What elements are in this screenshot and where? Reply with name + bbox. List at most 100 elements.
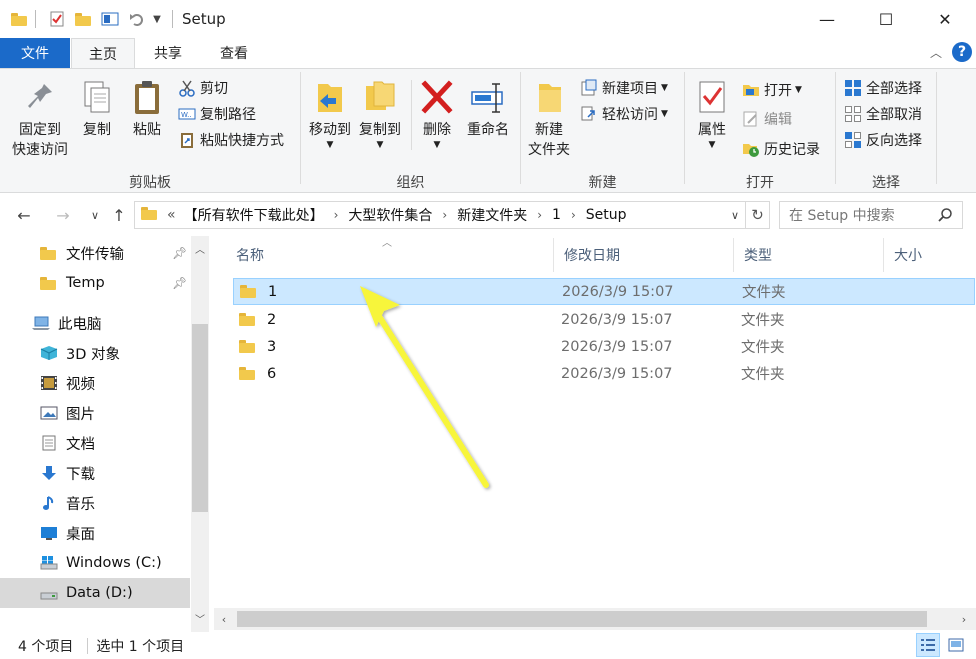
copy-button[interactable]: 复制 — [76, 78, 118, 140]
rename-button[interactable]: 重命名 — [463, 78, 513, 140]
search-input[interactable]: 在 Setup 中搜索 — [779, 201, 963, 229]
breadcrumb-overflow[interactable]: « — [167, 207, 176, 223]
sidebar-item-this-pc[interactable]: 此电脑 — [0, 308, 190, 338]
breadcrumb-item[interactable]: Setup — [586, 207, 627, 223]
new-folder-quick-icon[interactable] — [73, 9, 93, 29]
sidebar-item-file-transfer[interactable]: 文件传输 📌︎ — [0, 238, 190, 268]
sidebar-item-desktop[interactable]: 桌面 — [0, 518, 190, 548]
move-to-button[interactable]: 移动到 ▼ — [306, 78, 354, 150]
edit-button[interactable]: 编辑 — [742, 108, 792, 130]
selected-count: 选中 1 个项目 — [96, 638, 185, 655]
paste-button[interactable]: 粘贴 — [125, 78, 169, 140]
select-none-button[interactable]: 全部取消 — [844, 103, 922, 125]
sidebar-item-3d-objects[interactable]: 3D 对象 — [0, 338, 190, 368]
sidebar-item-drive-c[interactable]: Windows (C:) — [0, 548, 190, 578]
sidebar-item-documents[interactable]: 文档 — [0, 428, 190, 458]
minimize-button[interactable]: — — [798, 0, 856, 38]
organize-group-label: 组织 — [396, 175, 425, 191]
address-dropdown-chevron-icon[interactable]: ∨ — [731, 209, 739, 222]
sidebar-item-drive-d[interactable]: Data (D:) — [0, 578, 190, 608]
breadcrumb-item[interactable]: 1 — [552, 207, 561, 223]
title-bar: ▼ Setup — ☐ ✕ — [0, 0, 976, 38]
paste-shortcut-button[interactable]: 粘贴快捷方式 — [178, 129, 284, 151]
cube-icon — [40, 345, 58, 361]
scroll-down-chevron-icon[interactable]: ﹀ — [192, 610, 208, 626]
scroll-right-chevron-icon[interactable]: › — [956, 611, 972, 627]
scroll-up-chevron-icon[interactable]: ︿ — [192, 240, 208, 256]
new-item-icon — [580, 79, 598, 97]
properties-quick-icon[interactable] — [47, 9, 67, 29]
tab-file[interactable]: 文件 — [0, 38, 70, 68]
easy-access-icon — [580, 105, 598, 123]
divider — [35, 10, 36, 28]
forward-arrow-icon[interactable]: → — [52, 205, 74, 225]
invert-selection-button[interactable]: 反向选择 — [844, 129, 922, 151]
breadcrumb-chevron-icon[interactable]: › — [537, 208, 542, 222]
copy-path-button[interactable]: W.. 复制路径 — [178, 103, 256, 125]
column-header-size[interactable]: 大小 — [884, 238, 974, 272]
open-folder-icon — [742, 81, 760, 99]
column-header-name[interactable]: 名称 — [226, 238, 554, 272]
close-button[interactable]: ✕ — [916, 0, 974, 38]
sidebar-item-music[interactable]: 音乐 — [0, 488, 190, 518]
tab-home[interactable]: 主页 — [71, 38, 135, 69]
large-icons-view-icon[interactable] — [944, 633, 968, 657]
collapse-ribbon-chevron-icon[interactable]: ︿ — [928, 44, 944, 60]
sidebar-item-pictures[interactable]: 图片 — [0, 398, 190, 428]
breadcrumb-chevron-icon[interactable]: › — [442, 208, 447, 222]
delete-button[interactable]: 删除 ▼ — [416, 78, 458, 150]
folder-icon — [239, 312, 255, 327]
sidebar-item-temp[interactable]: Temp 📌︎ — [0, 268, 190, 298]
new-item-button[interactable]: 新建项目 ▼ — [580, 77, 668, 99]
breadcrumb-item[interactable]: 【所有软件下载此处】 — [184, 205, 324, 225]
divider — [172, 10, 173, 28]
scroll-left-chevron-icon[interactable]: ‹ — [216, 611, 232, 627]
column-header-type[interactable]: 类型 — [734, 238, 884, 272]
undo-quick-icon[interactable] — [127, 9, 147, 29]
customize-quick-access-icon[interactable]: ▼ — [150, 9, 164, 29]
rename-quick-icon[interactable] — [99, 9, 121, 29]
music-icon — [40, 495, 58, 511]
sidebar-scrollbar-thumb[interactable] — [192, 324, 208, 512]
breadcrumb-chevron-icon[interactable]: › — [571, 208, 576, 222]
folder-icon — [240, 284, 256, 299]
up-arrow-icon[interactable]: ↑ — [108, 205, 130, 225]
back-arrow-icon[interactable]: ← — [13, 205, 35, 225]
file-name: 3 — [267, 338, 277, 355]
pin-to-quick-access-button[interactable]: 固定到 快速访问 — [8, 78, 72, 160]
file-name: 6 — [267, 365, 277, 382]
search-icon[interactable] — [938, 208, 952, 222]
properties-button[interactable]: 属性 ▼ — [690, 78, 734, 150]
details-view-icon[interactable] — [916, 633, 940, 657]
copy-to-button[interactable]: 复制到 ▼ — [356, 78, 404, 150]
sidebar-item-videos[interactable]: 视频 — [0, 368, 190, 398]
select-all-icon — [844, 79, 862, 97]
cut-button[interactable]: 剪切 — [178, 77, 228, 99]
tab-share[interactable]: 共享 — [140, 38, 196, 68]
breadcrumb-item[interactable]: 新建文件夹 — [457, 205, 527, 225]
move-to-icon — [312, 78, 348, 118]
drive-d-icon — [40, 585, 58, 601]
breadcrumb-item[interactable]: 大型软件集合 — [348, 205, 432, 225]
breadcrumb-chevron-icon[interactable]: › — [334, 208, 339, 222]
refresh-icon[interactable]: ↻ — [746, 201, 770, 229]
easy-access-button[interactable]: 轻松访问 ▼ — [580, 103, 668, 125]
column-header-date[interactable]: 修改日期 — [554, 238, 734, 272]
horizontal-scrollbar-thumb[interactable] — [237, 611, 927, 627]
address-bar[interactable]: « 【所有软件下载此处】 › 大型软件集合 › 新建文件夹 › 1 › Setu… — [134, 201, 746, 229]
maximize-button[interactable]: ☐ — [857, 0, 915, 38]
new-folder-button[interactable]: 新建 文件夹 — [524, 78, 574, 160]
desktop-icon — [40, 525, 58, 541]
divider — [835, 72, 836, 184]
divider — [411, 80, 412, 150]
svg-text:W..: W.. — [181, 111, 192, 119]
help-icon[interactable]: ? — [952, 42, 972, 62]
recent-locations-chevron-icon[interactable]: ∨ — [84, 205, 106, 225]
open-button[interactable]: 打开 ▼ — [742, 79, 802, 101]
tab-view[interactable]: 查看 — [205, 38, 263, 68]
ribbon-tabs: 文件 主页 共享 查看 — [0, 38, 976, 69]
sidebar-item-downloads[interactable]: 下载 — [0, 458, 190, 488]
select-all-button[interactable]: 全部选择 — [844, 77, 922, 99]
history-button[interactable]: 历史记录 — [742, 138, 820, 160]
pin-icon: 📌︎ — [172, 246, 188, 260]
